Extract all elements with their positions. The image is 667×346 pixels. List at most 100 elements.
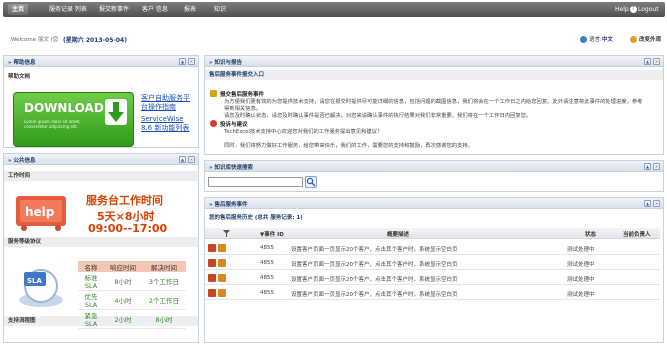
sla-cell: 2小时: [104, 309, 142, 329]
sla-cell: 4小时: [104, 290, 142, 310]
collapse-icon[interactable]: ▲: [644, 58, 651, 65]
feedback-link[interactable]: 投诉与建议: [220, 120, 248, 128]
close-icon[interactable]: ×: [653, 163, 660, 170]
table-row: 标准SLA 8小时 3个工作日: [78, 272, 186, 291]
knowledge-panel-title: » 知识与报告: [209, 60, 242, 66]
language-selector[interactable]: 语言:中文: [580, 35, 613, 43]
col-summary[interactable]: 概要描述: [387, 230, 409, 238]
col-owner[interactable]: 当前负责人: [623, 230, 651, 238]
row-id[interactable]: 4855: [260, 245, 274, 251]
top-nav: 主页 服务记录 列表 报交新事件 客户 信息 报表 知识 Help? Logou…: [3, 2, 665, 17]
table-row[interactable]: 4855 设置客户页面一页显示20个客户，点击其个客户时，系统显示空白页 测试处…: [205, 241, 660, 255]
col-status[interactable]: 状态: [585, 230, 596, 238]
table-row[interactable]: 4855 设置客户页面一页显示20个客户，点击其个客户时，系统显示空白页 测试处…: [205, 271, 660, 285]
row-id[interactable]: 4855: [260, 275, 274, 281]
close-icon[interactable]: ×: [653, 200, 660, 207]
tab-knowledge[interactable]: 知识: [210, 4, 230, 15]
kb-search-input[interactable]: [208, 177, 303, 187]
view-icon[interactable]: [218, 274, 226, 282]
collapse-icon[interactable]: ▲: [179, 58, 186, 65]
change-layout-label: 改变外观: [639, 37, 662, 43]
logout-link[interactable]: Logout: [638, 4, 659, 15]
row-action-icons[interactable]: [208, 274, 226, 282]
sla-cell: 标准SLA: [78, 272, 104, 291]
sla-cell: 紧急SLA: [78, 309, 104, 329]
tickets-panel-title: » 售后服务事件: [209, 202, 248, 208]
submit-event-link[interactable]: 报交售后服务事件: [220, 90, 264, 98]
ticket-icon: [210, 90, 217, 97]
row-action-icons[interactable]: [208, 259, 226, 267]
submit-desc-1: 为方便我们更有效的为您提供技术支持，请您在报交时提供尽可能详细的信息，包括问题的…: [224, 99, 643, 105]
row-action-icons[interactable]: [208, 244, 226, 252]
download-button[interactable]: DOWNLOAD Lorem ipsum dolor sit amet, con…: [13, 92, 134, 147]
download-label: DOWNLOAD: [24, 101, 104, 115]
help-docs-label: 帮助文档: [4, 72, 198, 82]
help-panel-header: » 帮助信息 ▲ ×: [4, 56, 198, 67]
kb-search-title: » 知识库快速搜索: [209, 165, 253, 171]
language-value: 中文: [601, 37, 613, 43]
filter-icon[interactable]: [223, 230, 230, 239]
sla-cell: 优先SLA: [78, 290, 104, 310]
close-icon[interactable]: ×: [653, 58, 660, 65]
knowledge-panel-header: » 知识与报告 ▲ ×: [205, 56, 663, 67]
language-label: 语言:: [589, 37, 602, 43]
tickets-panel: » 售后服务事件 ▲ × 您的售后服务历史 (总共 服务记录: 1): [204, 197, 664, 343]
palette-icon: [630, 36, 637, 43]
table-row[interactable]: 4855 设置客户页面一页显示20个客户，点击其个客户时，系统显示空白页 测试处…: [205, 286, 660, 300]
row-desc: 设置客户页面一页显示20个客户，点击其个客户时，系统显示空白页: [291, 247, 458, 253]
entry-heading: 售后服务事件报交入口: [205, 70, 663, 80]
kb-search-panel: » 知识库快速搜索 ▲ ×: [204, 160, 664, 192]
edit-icon[interactable]: [208, 244, 216, 252]
tab-home[interactable]: 主页: [8, 4, 29, 15]
row-id[interactable]: 4855: [260, 260, 274, 266]
sla-image: SLA: [14, 262, 69, 310]
view-icon[interactable]: [218, 244, 226, 252]
tab-reports[interactable]: 报表: [180, 4, 200, 15]
submit-desc-2: 得到相关信息。: [224, 106, 262, 112]
help-link[interactable]: Help?: [615, 4, 637, 15]
welcome-date: (星期六 2013-05-04): [63, 37, 127, 44]
edit-icon[interactable]: [208, 289, 216, 297]
sla-col-response: 响应时间: [104, 261, 142, 272]
row-id[interactable]: 4855: [260, 290, 274, 296]
row-action-icons[interactable]: [208, 289, 226, 297]
collapse-icon[interactable]: ▲: [644, 163, 651, 170]
table-row[interactable]: 4855 设置客户页面一页显示20个客户，点击其个客户时，系统显示空白页 测试处…: [205, 256, 660, 270]
guide-link[interactable]: 客户自助服务平台操作指南: [141, 94, 195, 112]
sla-cell: 8小时: [104, 272, 142, 291]
collapse-icon[interactable]: ▲: [644, 200, 651, 207]
feedback-desc-2: 同时，我们将努力做好工作服务，给您带来快乐，我们的工作，需要您的支持和鼓励，再次…: [224, 143, 473, 149]
new-features-link[interactable]: ServiceWise 8.6 新功能列表: [141, 115, 195, 133]
search-button[interactable]: [305, 176, 317, 188]
edit-icon[interactable]: [208, 274, 216, 282]
row-status: 测试处理中: [567, 247, 595, 253]
feedback-icon: [210, 120, 217, 127]
kb-search-header: » 知识库快速搜索 ▲ ×: [205, 161, 663, 172]
public-info-title: » 公共信息: [8, 158, 36, 164]
table-row: 优先SLA 4小时 2个工作日: [78, 290, 186, 310]
row-status: 测试处理中: [567, 262, 595, 268]
tab-service-list[interactable]: 服务记录 列表: [45, 4, 91, 15]
col-event-id[interactable]: ▼事件 ID: [260, 230, 284, 238]
collapse-icon[interactable]: ▲: [179, 156, 186, 163]
search-icon: [306, 177, 316, 187]
edit-icon[interactable]: [208, 259, 216, 267]
view-icon[interactable]: [218, 259, 226, 267]
tab-customer-info[interactable]: 客户 信息: [138, 4, 172, 15]
sla-cell: 2个工作日: [142, 290, 186, 310]
close-icon[interactable]: ×: [188, 156, 195, 163]
question-icon: ?: [629, 6, 637, 13]
close-icon[interactable]: ×: [188, 58, 195, 65]
welcome-label: Welcome 丽文 (您: [11, 37, 59, 43]
feedback-desc-1: TechExcel技术支持中心欢迎您对我们的工作服务提出意见和建议！: [224, 129, 383, 135]
submit-desc-3: 请您及时确认状态，请您及时确认事件是否已解决，对您来说确认事件的执行结果对我们非…: [224, 113, 532, 119]
help-image-text: help: [25, 205, 55, 219]
view-icon[interactable]: [218, 289, 226, 297]
tab-new-event[interactable]: 报交新事件: [95, 4, 133, 15]
sla-cell: 8小时: [142, 309, 186, 329]
row-status: 测试处理中: [567, 277, 595, 283]
sla-table: 名称 响应时间 解决时间 标准SLA 8小时 3个工作日 优先SLA 4小时 2…: [78, 261, 186, 329]
welcome-bar: Welcome 丽文 (您 (星期六 2013-05-04) 语言:中文 改变外…: [3, 29, 665, 49]
change-layout-link[interactable]: 改变外观: [630, 35, 661, 43]
worktime-title: 服务台工作时间: [86, 194, 163, 207]
